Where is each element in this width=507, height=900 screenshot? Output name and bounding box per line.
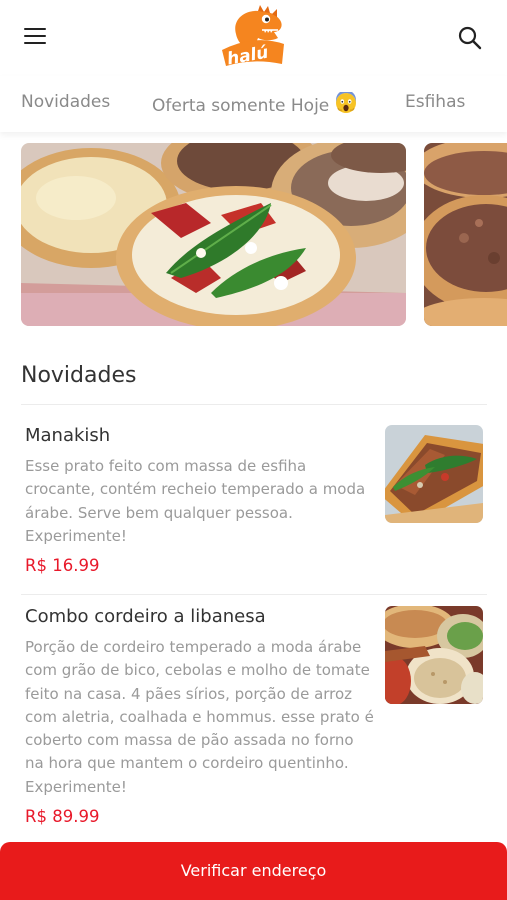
item-price: R$ 89.99: [25, 807, 100, 827]
item-description-line: na hora que mantem o cordeiro quentinho.: [25, 754, 349, 773]
category-tabs: Novidades Oferta somente Hoje Esfihas: [0, 76, 507, 132]
esfihas-pizza-photo: [21, 143, 406, 326]
hamburger-line: [24, 42, 46, 45]
verify-address-button[interactable]: Verificar endereço: [0, 842, 507, 900]
lamb-combo-photo: [385, 606, 483, 704]
tab-label: Novidades: [21, 92, 111, 112]
tab-label: Oferta somente Hoje: [152, 96, 330, 116]
halu-logo[interactable]: halú: [218, 4, 290, 69]
hamburger-menu-button[interactable]: [22, 25, 48, 47]
app-header: halú: [0, 0, 507, 76]
item-divider: [21, 594, 487, 595]
item-description-line: árabe. Serve bem qualquer pessoa.: [25, 503, 293, 522]
item-description-line: feito na casa. 4 pães sírios, porção de …: [25, 684, 353, 703]
menu-item[interactable]: Manakish Esse prato feito com massa de e…: [25, 425, 487, 575]
menu-item[interactable]: Combo cordeiro a libanesa Porção de cord…: [25, 606, 487, 826]
item-description-line: Experimente!: [25, 526, 127, 545]
item-description-line: com aletria, coalhada e hommus. esse pra…: [25, 707, 374, 726]
item-description-line: Esse prato feito com massa de esfiha: [25, 457, 307, 475]
item-thumbnail[interactable]: [385, 425, 483, 523]
tab-oferta-somente-hoje[interactable]: Oferta somente Hoje: [152, 90, 357, 119]
item-price: R$ 16.99: [25, 556, 100, 576]
scream-emoji-icon: [335, 90, 357, 119]
tab-label: Esfihas: [405, 92, 466, 112]
banner-carousel[interactable]: [0, 143, 507, 327]
meat-esfiha-photo: [424, 143, 507, 326]
section-title: Novidades: [21, 363, 137, 388]
item-description-line: Experimente!: [25, 777, 127, 796]
item-description-line: Porção de cordeiro temperado a moda árab…: [25, 638, 362, 656]
halu-logo-icon: halú: [222, 5, 284, 69]
item-description-line: crocante, contém recheio temperado a mod…: [25, 480, 366, 499]
hamburger-line: [24, 35, 46, 38]
banner-esfihas-image[interactable]: [21, 143, 406, 326]
item-description: Esse prato feito com massa de esfiha cro…: [25, 455, 375, 548]
search-icon: [458, 26, 482, 50]
item-description: Porção de cordeiro temperado a moda árab…: [25, 636, 375, 799]
item-description-line: coberto com massa de pão assada no forno: [25, 731, 354, 750]
search-button[interactable]: [456, 24, 484, 52]
hamburger-menu-icon: [24, 28, 46, 31]
tab-esfihas[interactable]: Esfihas: [405, 92, 465, 112]
banner-meat-esfiha-image[interactable]: [424, 143, 507, 326]
item-description-line: com grão de bico, cebolas e molho de tom…: [25, 661, 370, 680]
manakish-photo: [385, 425, 483, 523]
section-divider: [21, 404, 487, 405]
tab-novidades[interactable]: Novidades: [21, 92, 110, 112]
item-thumbnail[interactable]: [385, 606, 483, 704]
